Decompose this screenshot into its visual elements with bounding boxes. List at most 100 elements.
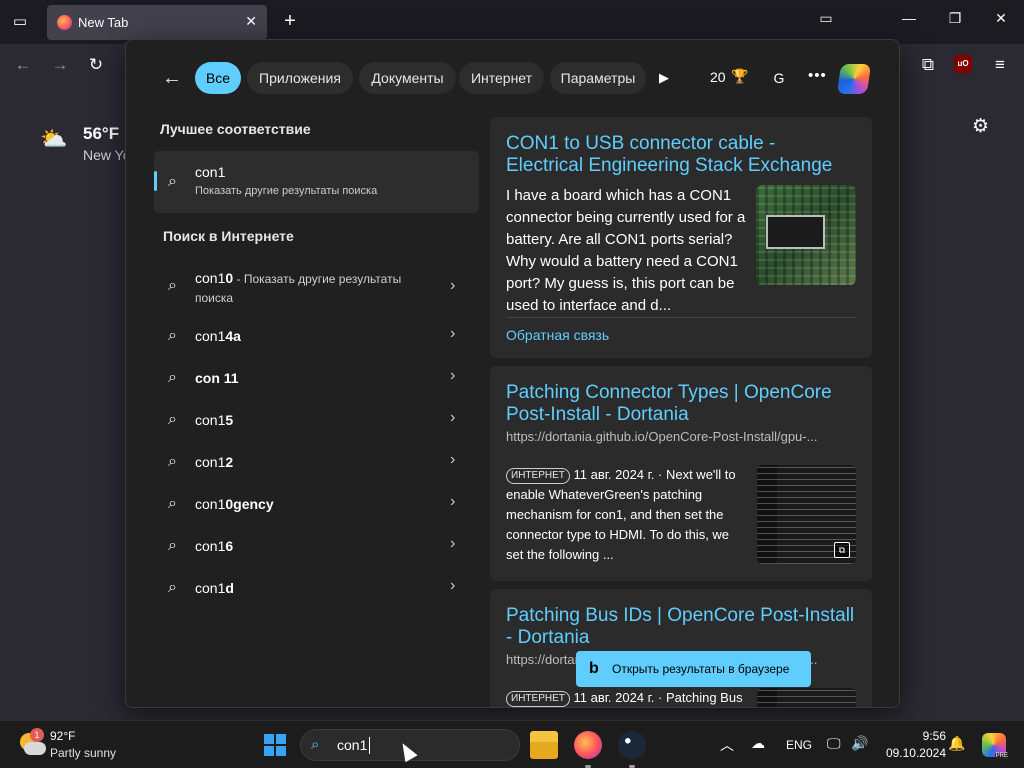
suggestion-completion: d <box>225 580 234 596</box>
tab-title: New Tab <box>78 15 129 30</box>
clock-time[interactable]: 9:56 <box>890 729 946 743</box>
web-suggestion[interactable]: ⌕ con 11 › <box>154 360 479 398</box>
suggestion-completion: 4a <box>225 328 241 344</box>
copilot-taskbar-icon[interactable]: PRE <box>982 733 1009 759</box>
result-thumbnail[interactable] <box>757 688 856 707</box>
filter-settings[interactable]: Параметры <box>550 62 646 94</box>
more-filters-icon[interactable]: ▶ <box>659 70 669 86</box>
best-match-query: con1 <box>195 164 226 180</box>
web-suggestion[interactable]: ⌕ con16 › <box>154 528 479 566</box>
web-suggestion[interactable]: ⌕ con10gency › <box>154 486 479 524</box>
network-icon[interactable]: 🖵 <box>827 735 841 752</box>
result-card[interactable]: CON1 to USB connector cable - Electrical… <box>490 117 872 358</box>
chevron-up-icon[interactable]: ︿ <box>720 735 734 755</box>
feedback-link[interactable]: Обратная связь <box>506 327 609 343</box>
chevron-right-icon: › <box>450 493 456 510</box>
best-match-subtitle: Показать другие результаты поиска <box>195 185 378 197</box>
suggestion-prefix: con1 <box>195 270 226 286</box>
new-tab-button[interactable]: + <box>280 10 300 33</box>
filter-documents[interactable]: Документы <box>359 62 456 94</box>
search-icon: ⌕ <box>168 277 177 294</box>
suggestion-prefix: con1 <box>195 454 226 470</box>
search-input[interactable]: con1 <box>337 737 367 753</box>
web-badge: ИНТЕРНЕТ <box>506 468 570 484</box>
close-window-button[interactable]: ✕ <box>989 10 1013 27</box>
close-tab-icon[interactable]: ✕ <box>245 13 257 30</box>
rewards-icon[interactable]: 🏆 <box>731 68 748 85</box>
start-button[interactable] <box>264 734 286 756</box>
copilot-icon[interactable] <box>836 64 872 94</box>
notification-bell-icon[interactable]: 🔔 <box>948 735 965 752</box>
minimize-button[interactable]: — <box>897 10 921 26</box>
suggestion-suffix: - Показать другие результаты <box>233 272 402 286</box>
best-match-heading: Лучшее соответствие <box>160 121 311 137</box>
restore-button[interactable]: ❐ <box>943 10 967 27</box>
selection-indicator <box>154 171 157 191</box>
avatar[interactable]: G <box>767 66 791 90</box>
best-match-item[interactable]: ⌕ con1 Показать другие результаты поиска <box>154 151 479 213</box>
result-card[interactable]: Patching Connector Types | OpenCore Post… <box>490 366 872 581</box>
web-suggestion[interactable]: ⌕ con14a › <box>154 318 479 356</box>
firefox-taskbar-icon[interactable] <box>574 731 602 759</box>
search-icon: ⌕ <box>168 579 177 596</box>
taskbar-condition[interactable]: Partly sunny <box>50 746 116 760</box>
menu-icon[interactable]: ≡ <box>989 54 1011 76</box>
chevron-right-icon: › <box>450 409 456 426</box>
result-thumbnail[interactable] <box>756 185 856 285</box>
suggestion-completion: 5 <box>225 412 234 428</box>
weather-temp: 56°F <box>83 124 120 143</box>
web-suggestion[interactable]: ⌕ con15 › <box>154 402 479 440</box>
preview-badge: PRE <box>994 753 1009 759</box>
taskbar-temp[interactable]: 92°F <box>50 729 75 743</box>
suggestion-prefix: con1 <box>195 412 226 428</box>
language-indicator[interactable]: ENG <box>786 738 812 752</box>
result-card[interactable]: Patching Bus IDs | OpenCore Post-Install… <box>490 589 872 707</box>
reload-icon[interactable]: ↻ <box>85 54 107 76</box>
chevron-right-icon: › <box>450 367 456 384</box>
file-explorer-icon[interactable] <box>530 731 558 759</box>
more-options-icon[interactable]: ••• <box>808 67 827 84</box>
result-title[interactable]: Patching Bus IDs | OpenCore Post-Install… <box>506 605 861 649</box>
clock-date[interactable]: 09.10.2024 <box>880 746 946 760</box>
chevron-right-icon: › <box>450 325 456 342</box>
web-suggestion[interactable]: ⌕ con1d › <box>154 570 479 608</box>
steam-icon[interactable] <box>618 731 646 759</box>
onedrive-cloud-icon[interactable]: ☁ <box>751 735 765 752</box>
bing-icon: b <box>589 660 599 677</box>
result-snippet-text: · Patching Bus <box>654 690 743 705</box>
rewards-points[interactable]: 20 <box>710 69 726 85</box>
search-icon: ⌕ <box>168 369 177 386</box>
ublock-icon[interactable]: uO <box>954 55 972 73</box>
result-title[interactable]: Patching Connector Types | OpenCore Post… <box>506 382 861 426</box>
pip-icon[interactable]: ▭ <box>814 10 838 27</box>
extensions-icon[interactable]: ⧉ <box>917 54 939 76</box>
search-icon: ⌕ <box>168 327 177 344</box>
result-thumbnail[interactable]: ⧉ <box>757 465 856 564</box>
search-icon: ⌕ <box>168 537 177 554</box>
back-arrow-icon[interactable]: ← <box>162 67 182 90</box>
suggestion-completion: 6 <box>225 538 234 554</box>
result-date: 11 авг. 2024 г. <box>573 690 655 705</box>
result-url[interactable]: https://dortania.github.io/OpenCore-Post… <box>506 429 817 444</box>
result-title[interactable]: CON1 to USB connector cable - Electrical… <box>506 133 856 177</box>
web-badge: ИНТЕРНЕТ <box>506 691 570 707</box>
web-suggestion[interactable]: ⌕ con12 › <box>154 444 479 482</box>
partly-cloudy-icon: ⛅ <box>40 126 68 151</box>
settings-gear-icon[interactable]: ⚙ <box>972 115 989 138</box>
divider <box>506 317 856 318</box>
tab-new-tab[interactable]: New Tab ✕ <box>47 5 267 40</box>
filter-all[interactable]: Все <box>195 62 241 94</box>
forward-icon[interactable]: → <box>49 54 71 76</box>
filter-web[interactable]: Интернет <box>459 62 544 94</box>
web-suggestion[interactable]: ⌕ con10 - Показать другие результаты пои… <box>154 264 479 312</box>
volume-icon[interactable]: 🔊 <box>851 735 868 752</box>
back-icon[interactable]: ← <box>12 54 34 76</box>
search-icon: ⌕ <box>168 453 177 470</box>
expand-icon[interactable]: ⧉ <box>834 542 850 558</box>
tab-list-icon[interactable]: ▭ <box>10 12 30 32</box>
filter-apps[interactable]: Приложения <box>247 62 353 94</box>
search-icon: ⌕ <box>311 736 320 753</box>
open-in-browser-button[interactable]: b Открыть результаты в браузере <box>576 651 811 687</box>
result-snippet: ИНТЕРНЕТ 11 авг. 2024 г. · Next we'll to… <box>506 465 748 565</box>
cloud-shape <box>24 742 46 755</box>
